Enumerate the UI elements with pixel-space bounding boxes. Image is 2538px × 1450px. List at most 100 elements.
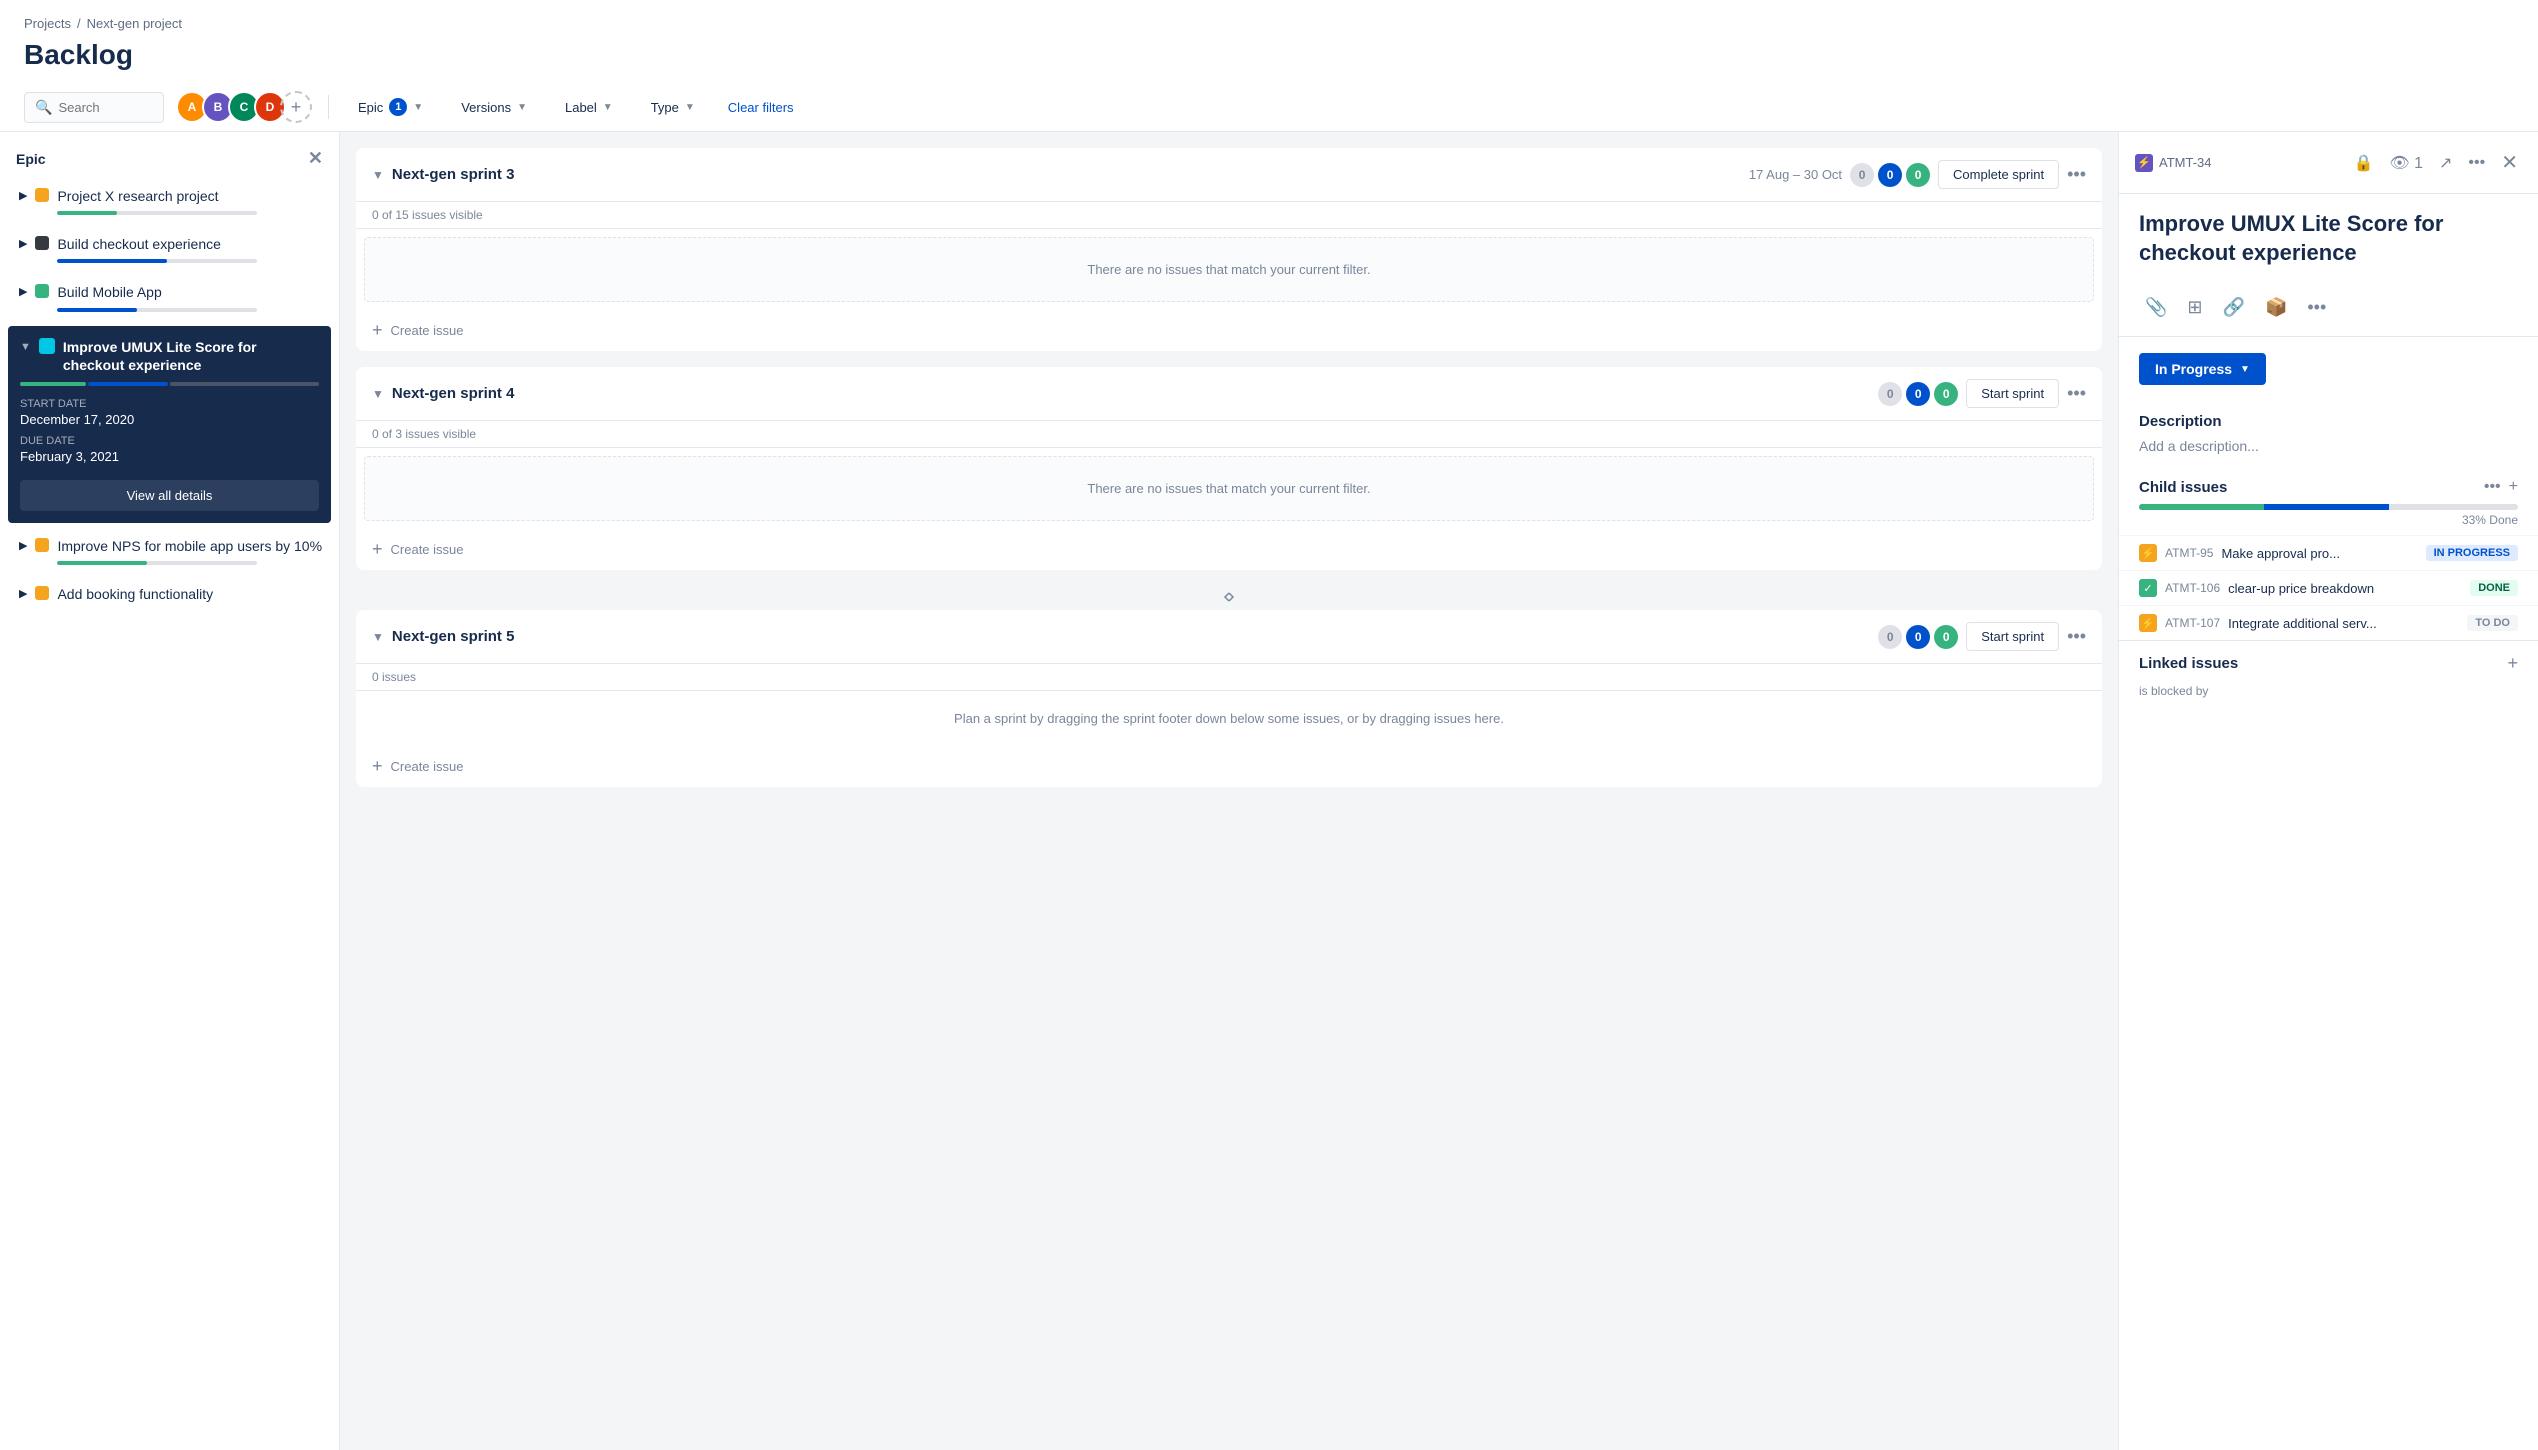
sprint-3-complete-button[interactable]: Complete sprint: [1938, 160, 2059, 189]
add-linked-issue-button[interactable]: +: [2507, 653, 2518, 674]
resize-handle[interactable]: [356, 586, 2102, 610]
dropbox-icon-button[interactable]: 📦: [2259, 291, 2293, 324]
sprint-4-badge-green: 0: [1934, 382, 1958, 406]
sprint-3-more-icon[interactable]: •••: [2067, 164, 2086, 185]
sprint-4-plus-icon: +: [372, 539, 383, 560]
add-avatar-button[interactable]: +: [280, 91, 312, 123]
epic-name-6: Add booking functionality: [57, 585, 213, 603]
type-filter-label: Type: [651, 100, 679, 115]
status-chevron-icon: ▼: [2240, 364, 2250, 375]
epic-color-5: [35, 538, 49, 552]
sidebar-item-epic-5[interactable]: ▶ Improve NPS for mobile app users by 10…: [0, 527, 339, 575]
sprint-5-more-icon[interactable]: •••: [2067, 626, 2086, 647]
sidebar-title: Epic: [16, 151, 46, 167]
sprint-5-plus-icon: +: [372, 756, 383, 777]
sprint-3-chevron-icon[interactable]: ▼: [372, 168, 384, 182]
close-panel-button[interactable]: ✕: [2497, 146, 2522, 179]
child-issue-atmt-107[interactable]: ⚡ ATMT-107 Integrate additional serv... …: [2119, 605, 2538, 640]
panel-issue-title: Improve UMUX Lite Score for checkout exp…: [2119, 194, 2538, 283]
sprint-4-badges: 0 0 0: [1878, 382, 1958, 406]
sprint-4-chevron-icon[interactable]: ▼: [372, 387, 384, 401]
type-chevron-icon: ▼: [685, 102, 695, 113]
watch-icon-button[interactable]: 👁 1: [2385, 149, 2427, 177]
child-issues-more-button[interactable]: •••: [2484, 478, 2501, 496]
epic-sidebar: Epic ✕ ▶ Project X research project ▶: [0, 132, 340, 1450]
epic-filter-button[interactable]: Epic 1 ▼: [345, 91, 436, 123]
sprint-3-empty-msg: There are no issues that match your curr…: [364, 237, 2094, 302]
panel-toolbar: 📎 ⊞ 🔗 📦 •••: [2119, 283, 2538, 337]
sprint-3-create-issue-button[interactable]: + Create issue: [356, 310, 2102, 351]
main-layout: Epic ✕ ▶ Project X research project ▶: [0, 132, 2538, 1450]
sprint-4-issue-count: 0 of 3 issues visible: [356, 421, 2102, 448]
linked-issues-section: Linked issues +: [2119, 640, 2538, 680]
active-epic-progress-bar: [20, 382, 319, 386]
search-box[interactable]: 🔍: [24, 92, 164, 123]
sprint-4-more-icon[interactable]: •••: [2067, 383, 2086, 404]
versions-chevron-icon: ▼: [517, 102, 527, 113]
type-filter-button[interactable]: Type ▼: [638, 93, 708, 122]
child-issue-atmt-106[interactable]: ✓ ATMT-106 clear-up price breakdown DONE: [2119, 570, 2538, 605]
child-issue-107-id: ATMT-107: [2165, 616, 2220, 630]
lock-icon-button[interactable]: 🔒: [2349, 149, 2377, 177]
projects-link[interactable]: Projects: [24, 16, 71, 31]
description-title: Description: [2139, 413, 2518, 430]
attachment-icon-button[interactable]: 📎: [2139, 291, 2173, 324]
sidebar-item-epic-3[interactable]: ▶ Build Mobile App: [0, 273, 339, 321]
child-progress-blue: [2264, 504, 2389, 510]
toolbar: 🔍 A B C D + Epic 1 ▼ Versions ▼ Label ▼ …: [0, 83, 2538, 132]
project-link[interactable]: Next-gen project: [87, 16, 182, 31]
clear-filters-button[interactable]: Clear filters: [720, 94, 802, 121]
status-in-progress-button[interactable]: In Progress ▼: [2139, 353, 2266, 385]
child-issue-95-icon: ⚡: [2139, 544, 2157, 562]
sprint-5-badge-gray: 0: [1878, 625, 1902, 649]
sprint-3-badges: 0 0 0: [1850, 163, 1930, 187]
sidebar-item-epic-1[interactable]: ▶ Project X research project: [0, 177, 339, 225]
sprint-4-create-issue-button[interactable]: + Create issue: [356, 529, 2102, 570]
sprint-5-header: ▼ Next-gen sprint 5 0 0 0 Start sprint •…: [356, 610, 2102, 664]
sprint-5-issue-count: 0 issues: [356, 664, 2102, 691]
epic-content-2: Build checkout experience: [57, 235, 257, 263]
epic-filter-badge: 1: [389, 98, 407, 116]
child-issue-atmt-95[interactable]: ⚡ ATMT-95 Make approval pro... IN PROGRE…: [2119, 535, 2538, 570]
sprint-5-start-button[interactable]: Start sprint: [1966, 622, 2059, 651]
linked-issues-title: Linked issues: [2139, 655, 2238, 672]
right-panel-header: ⚡ ATMT-34 🔒 👁 1 ↗ ••• ✕: [2119, 132, 2538, 194]
sprint-5-name: Next-gen sprint 5: [392, 628, 1870, 645]
search-input[interactable]: [58, 100, 158, 115]
child-issue-107-icon: ⚡: [2139, 614, 2157, 632]
description-placeholder[interactable]: Add a description...: [2139, 438, 2518, 454]
child-issue-107-status: TO DO: [2467, 615, 2518, 631]
child-issues-add-button[interactable]: +: [2509, 478, 2518, 496]
more-actions-button[interactable]: •••: [2464, 150, 2489, 176]
epic-color-1: [35, 188, 49, 202]
breadcrumb: Projects / Next-gen project: [0, 0, 2538, 35]
active-epic-expand-icon[interactable]: ▼: [20, 341, 31, 353]
sprint-5-badges: 0 0 0: [1878, 625, 1958, 649]
view-all-details-button[interactable]: View all details: [20, 480, 319, 511]
sprint-5-create-issue-button[interactable]: + Create issue: [356, 746, 2102, 787]
sprint-4-badge-gray: 0: [1878, 382, 1902, 406]
due-date-label: Due date: [20, 435, 319, 447]
link-icon-button[interactable]: 🔗: [2217, 291, 2251, 324]
child-issue-106-icon: ✓: [2139, 579, 2157, 597]
hierarchy-icon-button[interactable]: ⊞: [2181, 291, 2208, 324]
active-epic-start-section: Start date December 17, 2020: [20, 398, 319, 427]
sprint-section-3: ▼ Next-gen sprint 3 17 Aug – 30 Oct 0 0 …: [356, 148, 2102, 351]
epic-color-2: [35, 236, 49, 250]
issue-type-icon: ⚡: [2135, 154, 2153, 172]
epic-expand-icon-3: ▶: [19, 285, 27, 298]
sprint-4-start-button[interactable]: Start sprint: [1966, 379, 2059, 408]
sidebar-item-epic-6[interactable]: ▶ Add booking functionality: [0, 575, 339, 613]
sprint-5-chevron-icon[interactable]: ▼: [372, 630, 384, 644]
sprint-3-header: ▼ Next-gen sprint 3 17 Aug – 30 Oct 0 0 …: [356, 148, 2102, 202]
sidebar-item-epic-2[interactable]: ▶ Build checkout experience: [0, 225, 339, 273]
share-icon-button[interactable]: ↗: [2435, 149, 2456, 177]
label-filter-button[interactable]: Label ▼: [552, 93, 626, 122]
more-tools-button[interactable]: •••: [2301, 291, 2332, 324]
page: Projects / Next-gen project Backlog 🔍 A …: [0, 0, 2538, 1450]
sprint-3-badge-green: 0: [1906, 163, 1930, 187]
sprint-5-badge-green: 0: [1934, 625, 1958, 649]
sidebar-close-button[interactable]: ✕: [308, 148, 323, 169]
child-header-actions: ••• +: [2484, 478, 2518, 496]
versions-filter-button[interactable]: Versions ▼: [448, 93, 540, 122]
